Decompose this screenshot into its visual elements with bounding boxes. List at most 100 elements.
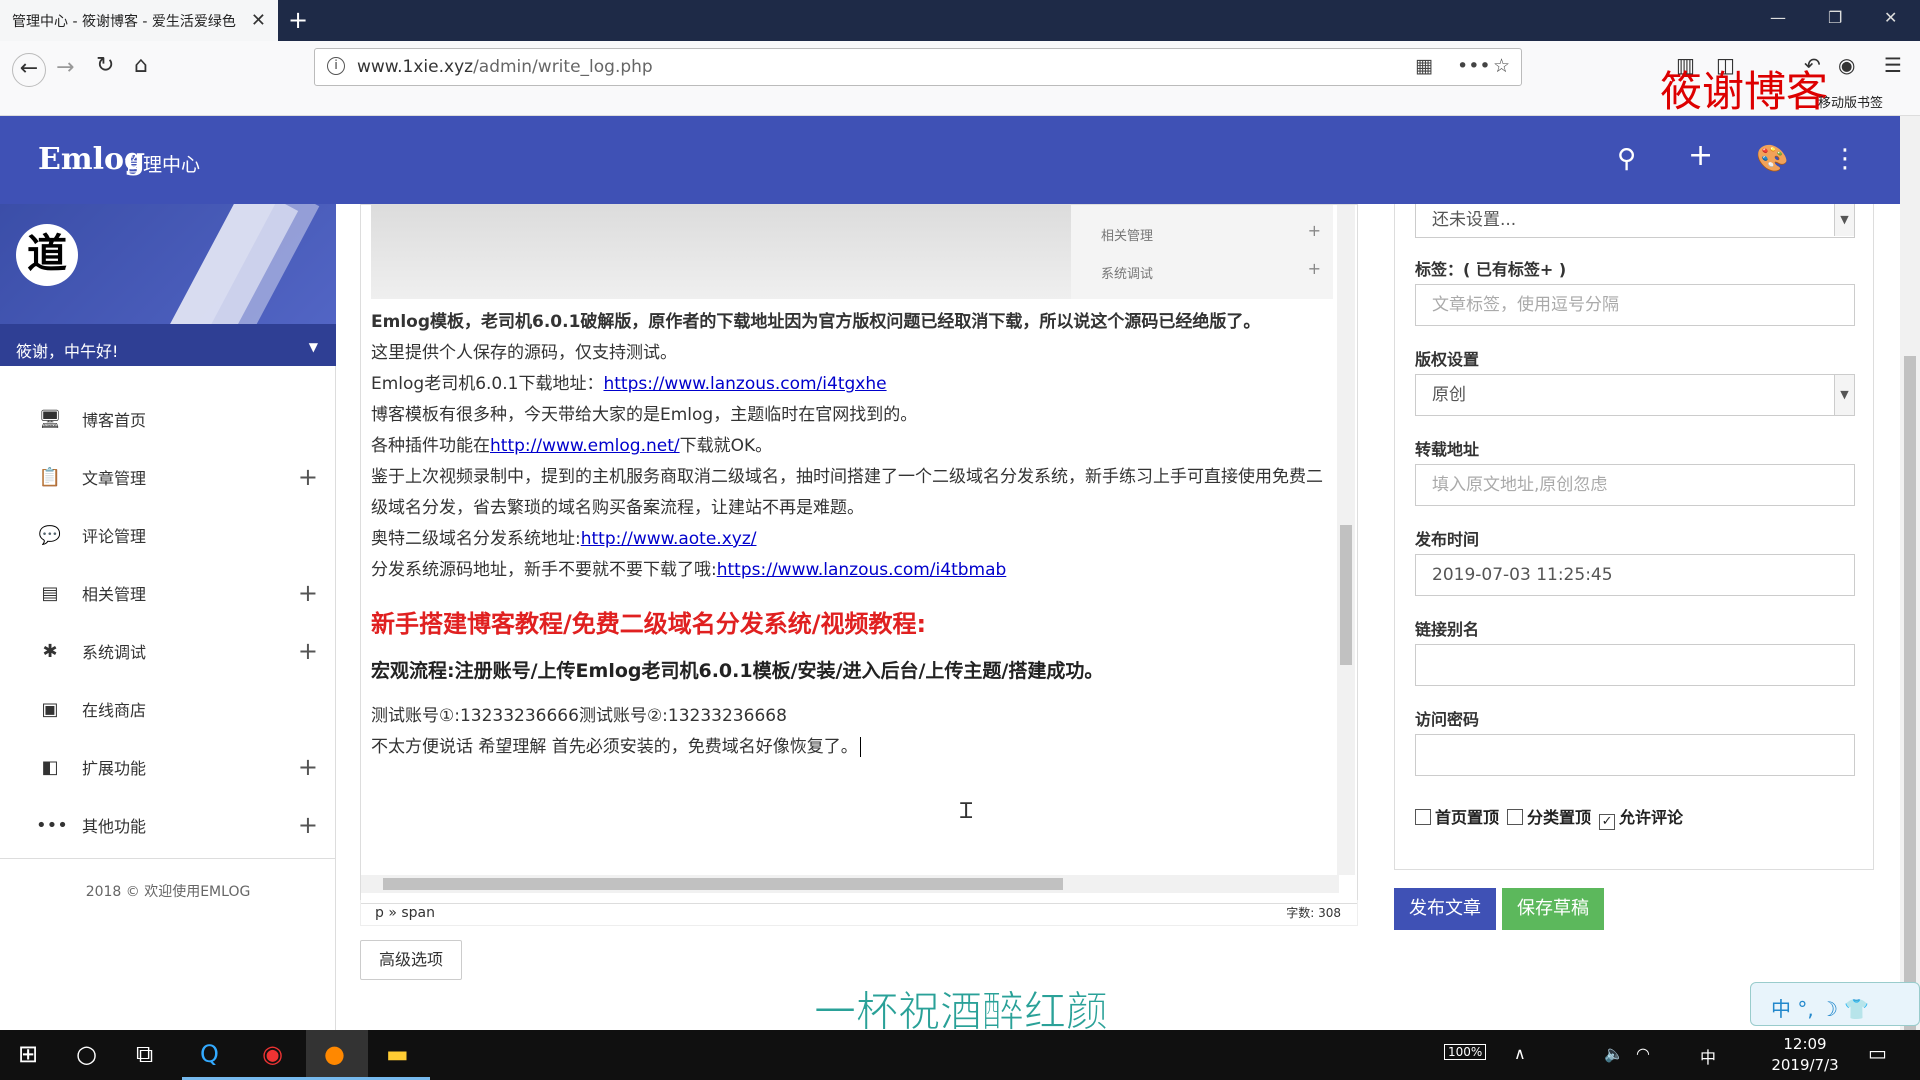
heading-red: 新手搭建博客教程/免费二级域名分发系统/视频教程: xyxy=(371,610,927,638)
url-path: /admin/write_log.php xyxy=(473,57,653,77)
emlog-link[interactable]: http://www.emlog.net/ xyxy=(490,436,680,456)
paragraph: 下载就OK。 xyxy=(679,436,773,456)
home-icon[interactable]: ⌂ xyxy=(134,53,148,78)
sidebar-item[interactable]: ▤ 相关管理 + xyxy=(0,564,336,622)
mobile-bookmarks[interactable]: 移动版书签 xyxy=(1818,92,1883,111)
publish-time-input[interactable]: 2019-07-03 11:25:45 xyxy=(1415,554,1855,596)
sidebar-item[interactable]: 📋 文章管理 + xyxy=(0,448,336,506)
option-label: 允许评论 xyxy=(1619,808,1684,827)
expand-plus-icon[interactable]: + xyxy=(298,811,318,839)
expand-plus-icon[interactable]: + xyxy=(298,579,318,607)
checkbox-icon[interactable] xyxy=(1507,809,1524,825)
minimize-icon[interactable]: — xyxy=(1770,8,1786,27)
text-caret xyxy=(859,737,861,757)
extension-icon: ◧ xyxy=(41,756,59,778)
restore-icon[interactable]: ❐ xyxy=(1828,8,1842,27)
sidebar-item-label: 文章管理 xyxy=(82,469,147,488)
firefox-icon: ● xyxy=(324,1040,345,1068)
expand-plus-icon[interactable]: + xyxy=(298,637,318,665)
site-info-icon[interactable]: i xyxy=(327,57,345,75)
password-input[interactable] xyxy=(1415,734,1855,776)
file-explorer-app[interactable]: ▬ xyxy=(368,1030,430,1080)
sidebar-item[interactable]: 💬 评论管理 xyxy=(0,506,336,564)
bookmark-star-icon[interactable]: ☆ xyxy=(1493,55,1510,77)
new-tab-icon[interactable]: + xyxy=(288,6,308,34)
close-tab-icon[interactable]: ✕ xyxy=(251,10,266,31)
sidebar-item-label: 其他功能 xyxy=(82,817,147,836)
address-bar[interactable]: i www.1xie.xyz/admin/write_log.php ▦ •••… xyxy=(314,48,1522,86)
monitor-icon: 🖥 xyxy=(38,408,62,430)
rich-text-editor[interactable]: 相关管理 + 系统调试 + Emlog模板，老司机6.0.1破解版，原作者的下载地址… xyxy=(360,204,1358,904)
tab-title: 管理中心 - 筱谢博客 - 爱生活爱绿色 xyxy=(12,13,236,30)
firefox-app[interactable]: ● xyxy=(306,1030,368,1080)
expand-plus-icon[interactable]: + xyxy=(298,463,318,491)
wifi-icon[interactable]: ◠ xyxy=(1636,1044,1650,1063)
advanced-options-button[interactable]: 高级选项 xyxy=(360,940,462,980)
checkbox-icon[interactable] xyxy=(1415,809,1431,825)
sidebar-item[interactable]: ••• 其他功能 + xyxy=(0,796,336,854)
paragraph: 测试账号①:13233236666测试账号②:13233236668 xyxy=(371,706,787,726)
palette-icon[interactable]: 🎨 xyxy=(1756,144,1788,174)
aote-link[interactable]: http://www.aote.xyz/ xyxy=(581,529,757,549)
category-select[interactable]: 还未设置... ▼ xyxy=(1415,204,1855,238)
browser-toolbar: ← → ↻ ⌂ i www.1xie.xyz/admin/write_log.p… xyxy=(0,41,1920,116)
editor-horizontal-scrollbar[interactable] xyxy=(361,875,1339,893)
greeting-text: 筱谢，中午好! xyxy=(16,342,119,361)
volume-icon[interactable]: 🔈 xyxy=(1604,1044,1624,1063)
qr-code-icon[interactable]: ▦ xyxy=(1415,55,1433,77)
copyright-select[interactable]: 原创 ▼ xyxy=(1415,374,1855,416)
editor-vertical-scrollbar[interactable] xyxy=(1337,205,1355,875)
option-label: 分类置顶 xyxy=(1527,808,1592,827)
repost-url-input[interactable]: 填入原文地址,原创忽虑 xyxy=(1415,464,1855,506)
avatar[interactable]: 道 xyxy=(16,224,78,286)
publish-button[interactable]: 发布文章 xyxy=(1394,888,1496,930)
element-path[interactable]: p » span xyxy=(375,905,435,921)
user-greeting[interactable]: 筱谢，中午好! ▼ xyxy=(0,324,336,366)
tray-chevron-icon[interactable]: ∧ xyxy=(1514,1044,1526,1063)
browser-menu-icon[interactable]: ☰ xyxy=(1884,53,1902,77)
account-icon[interactable]: ◉ xyxy=(1838,53,1855,77)
sidebar-item-label: 博客首页 xyxy=(82,411,147,430)
post-settings-panel: 还未设置... ▼ 标签：( 已有标签+ ) 文章标签，使用逗号分隔 版权设置 … xyxy=(1394,204,1874,870)
page-scrollbar[interactable] xyxy=(1900,116,1920,1030)
add-icon[interactable]: + xyxy=(1688,138,1713,173)
netease-music-app[interactable]: ◉ xyxy=(244,1030,306,1080)
browser-tab[interactable]: 管理中心 - 筱谢博客 - 爱生活爱绿色 ✕ xyxy=(0,0,278,41)
forward-icon[interactable]: → xyxy=(56,55,74,80)
more-vert-icon[interactable]: ⋮ xyxy=(1832,144,1858,174)
download-link[interactable]: https://www.lanzous.com/i4tgxhe xyxy=(603,374,886,394)
window-close-icon[interactable]: ✕ xyxy=(1884,8,1897,27)
task-view-icon[interactable]: ⧉ xyxy=(136,1040,153,1068)
sidebar-item-label: 扩展功能 xyxy=(82,759,147,778)
system-clock[interactable]: 12:09 2019/7/3 xyxy=(1760,1034,1850,1076)
sticky-category-option[interactable]: 分类置顶 xyxy=(1507,804,1591,830)
sidebar-item[interactable]: ✱ 系统调试 + xyxy=(0,622,336,680)
caret-down-icon[interactable]: ▼ xyxy=(309,340,318,354)
back-icon[interactable]: ← xyxy=(12,53,46,87)
expand-plus-icon[interactable]: + xyxy=(298,753,318,781)
checkbox-checked-icon[interactable]: ✓ xyxy=(1599,814,1616,830)
editor-content[interactable]: Emlog模板，老司机6.0.1破解版，原作者的下载地址因为官方版权问题已经取消… xyxy=(371,307,1331,763)
tags-label[interactable]: 标签：( 已有标签+ ) xyxy=(1415,256,1855,284)
allow-comment-option[interactable]: ✓ 允许评论 xyxy=(1599,804,1683,830)
sidebar-item[interactable]: 🖥 博客首页 xyxy=(0,390,336,448)
page-actions-icon[interactable]: ••• xyxy=(1457,55,1491,77)
source-link[interactable]: https://www.lanzous.com/i4tbmab xyxy=(717,560,1007,580)
sidebar-item-label: 系统调试 xyxy=(82,643,147,662)
windows-start-icon[interactable]: ⊞ xyxy=(18,1040,38,1068)
search-circle-icon[interactable]: ○ xyxy=(76,1040,97,1068)
sticky-home-option[interactable]: 首页置顶 xyxy=(1415,804,1499,830)
sidebar-item[interactable]: ◧ 扩展功能 + xyxy=(0,738,336,796)
notification-icon[interactable]: ▭ xyxy=(1868,1041,1887,1065)
search-icon[interactable]: ⚲ xyxy=(1617,144,1636,174)
qq-browser-app[interactable]: Q xyxy=(182,1030,244,1080)
tags-input[interactable]: 文章标签，使用逗号分隔 xyxy=(1415,284,1855,326)
battery-indicator[interactable]: 100% xyxy=(1444,1044,1487,1060)
ime-toolbar[interactable]: 中 °, ☽ 👕 xyxy=(1750,982,1920,1026)
paragraph: 不太方便说话 希望理解 首先必须安装的，免费域名好像恢复了。 xyxy=(371,737,858,757)
save-draft-button[interactable]: 保存草稿 xyxy=(1502,888,1604,930)
ime-indicator[interactable]: 中 xyxy=(1700,1044,1716,1068)
reload-icon[interactable]: ↻ xyxy=(96,53,114,78)
sidebar-item[interactable]: ▣ 在线商店 xyxy=(0,680,336,738)
alias-input[interactable] xyxy=(1415,644,1855,686)
